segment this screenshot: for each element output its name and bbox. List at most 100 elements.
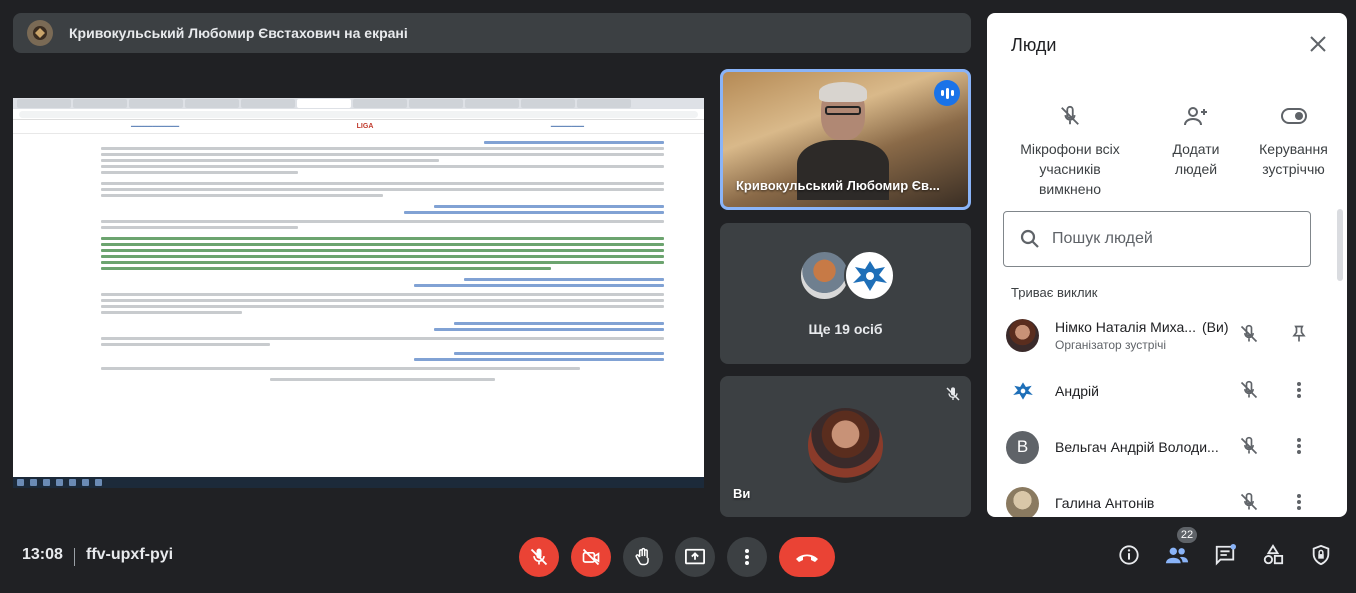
document-line [101,249,664,252]
document-line [101,267,552,270]
document-line [101,305,664,308]
document-line [101,153,664,156]
divider [74,548,75,566]
document-line [454,352,664,355]
mic-off-icon[interactable] [1239,324,1259,349]
microphone-toggle-button[interactable] [519,537,559,577]
pin-icon[interactable] [1289,324,1309,349]
document-line [101,243,664,246]
emblem-icon [852,260,887,291]
mic-off-icon[interactable] [1239,436,1259,461]
add-people-label: Додати людей [1172,141,1220,177]
host-controls-button[interactable]: Керування зустріччю [1251,101,1336,179]
document-line [101,220,664,223]
host-controls-button[interactable] [1310,544,1332,571]
more-options-button[interactable] [727,537,767,577]
self-name: Ви [733,486,751,501]
document-line [434,205,664,208]
browser-tab [577,99,631,108]
section-in-call: Триває виклик [1011,285,1098,300]
search-icon [1020,229,1039,248]
liga-logo: LIGA [356,123,374,130]
document-line [404,211,664,214]
avatar [1006,486,1039,517]
mute-all-button[interactable]: Мікрофони всіх учасників вимкнено [1015,101,1125,199]
chat-icon [1215,544,1236,566]
document-line [454,322,664,325]
document-line [101,147,664,150]
hang-up-icon [796,554,818,562]
participant-name: Галина Антонів [1055,495,1155,511]
speaking-indicator-icon [934,80,960,106]
mic-off-icon [530,548,548,566]
browser-address-bar [13,109,704,120]
avatar [844,250,895,301]
participant-row[interactable]: Андрій [987,363,1347,419]
raise-hand-button[interactable] [623,537,663,577]
browser-url-field [19,110,698,118]
people-count-badge: 22 [1177,527,1197,543]
participant-row[interactable]: В Вельгач Андрій Володи... [987,419,1347,475]
bottom-toolbar: 13:08 ffv-upxf-pyi 22 [0,527,1356,585]
os-taskbar [13,477,704,488]
people-button[interactable] [1165,544,1189,571]
add-people-button[interactable]: Додати людей [1160,101,1232,179]
avatar-stack [799,250,895,301]
document-line [101,159,439,162]
shared-screen: ━━━━━━━━━━━━━━━━ LIGA ━━━━━━━━━━━ [13,98,704,488]
present-icon [685,548,705,565]
participant-row[interactable]: Галина Антонів [987,475,1347,517]
more-options-icon[interactable] [1289,380,1309,405]
document-line [101,165,664,168]
mic-off-icon [945,386,961,407]
leave-call-button[interactable] [779,537,835,577]
people-icon [1165,547,1189,564]
chat-button[interactable] [1214,544,1236,571]
camera-toggle-button[interactable] [571,537,611,577]
self-avatar [808,408,883,483]
browser-tab-strip [13,98,704,109]
panel-title: Люди [1011,35,1057,55]
taskbar-icon [95,479,102,486]
mic-off-icon[interactable] [1239,380,1259,405]
self-tile[interactable]: Ви [720,376,971,517]
host-controls-label: Керування зустріччю [1259,141,1328,177]
meeting-info-button[interactable] [1118,544,1140,571]
document-line [484,141,664,144]
browser-tab [17,99,71,108]
others-tile[interactable]: Ще 19 осіб [720,223,971,364]
participant-name: Німко Наталія Миха... [1055,319,1196,335]
panel-scrollbar[interactable] [1337,209,1343,281]
search-people-field[interactable]: Пошук людей [1003,211,1311,267]
more-options-icon[interactable] [1289,436,1309,461]
more-options-icon[interactable] [1289,492,1309,517]
document-body [13,134,704,381]
document-line [101,226,299,229]
document-section-heading [269,378,496,381]
document-line [101,182,664,185]
active-speaker-tile[interactable]: Кривокульський Любомир Єв... [720,69,971,210]
shield-lock-icon [1312,544,1330,566]
meeting-code: ffv-upxf-pyi [86,546,174,563]
browser-tab [129,99,183,108]
mic-off-icon[interactable] [1239,492,1259,517]
participant-row[interactable]: Німко Наталія Миха... (Ви) Організатор з… [987,307,1347,363]
info-icon [1119,545,1139,565]
mic-off-icon [1015,101,1125,131]
browser-tab [353,99,407,108]
present-screen-button[interactable] [675,537,715,577]
document-line [101,171,299,174]
close-icon[interactable] [1309,35,1327,58]
participant-name: Вельгач Андрій Володи... [1055,439,1219,455]
avatar: В [1006,430,1039,464]
document-line [414,284,664,287]
presenter-banner: Кривокульський Любомир Євстахович на екр… [13,13,971,53]
people-panel: Люди Мікрофони всіх учасників вимкнено Д… [987,13,1347,517]
document-line [101,343,270,346]
document-line [101,237,664,240]
document-line [101,255,664,258]
activities-button[interactable] [1262,544,1284,571]
browser-tab [521,99,575,108]
hand-icon [635,547,649,566]
document-line [101,367,580,370]
